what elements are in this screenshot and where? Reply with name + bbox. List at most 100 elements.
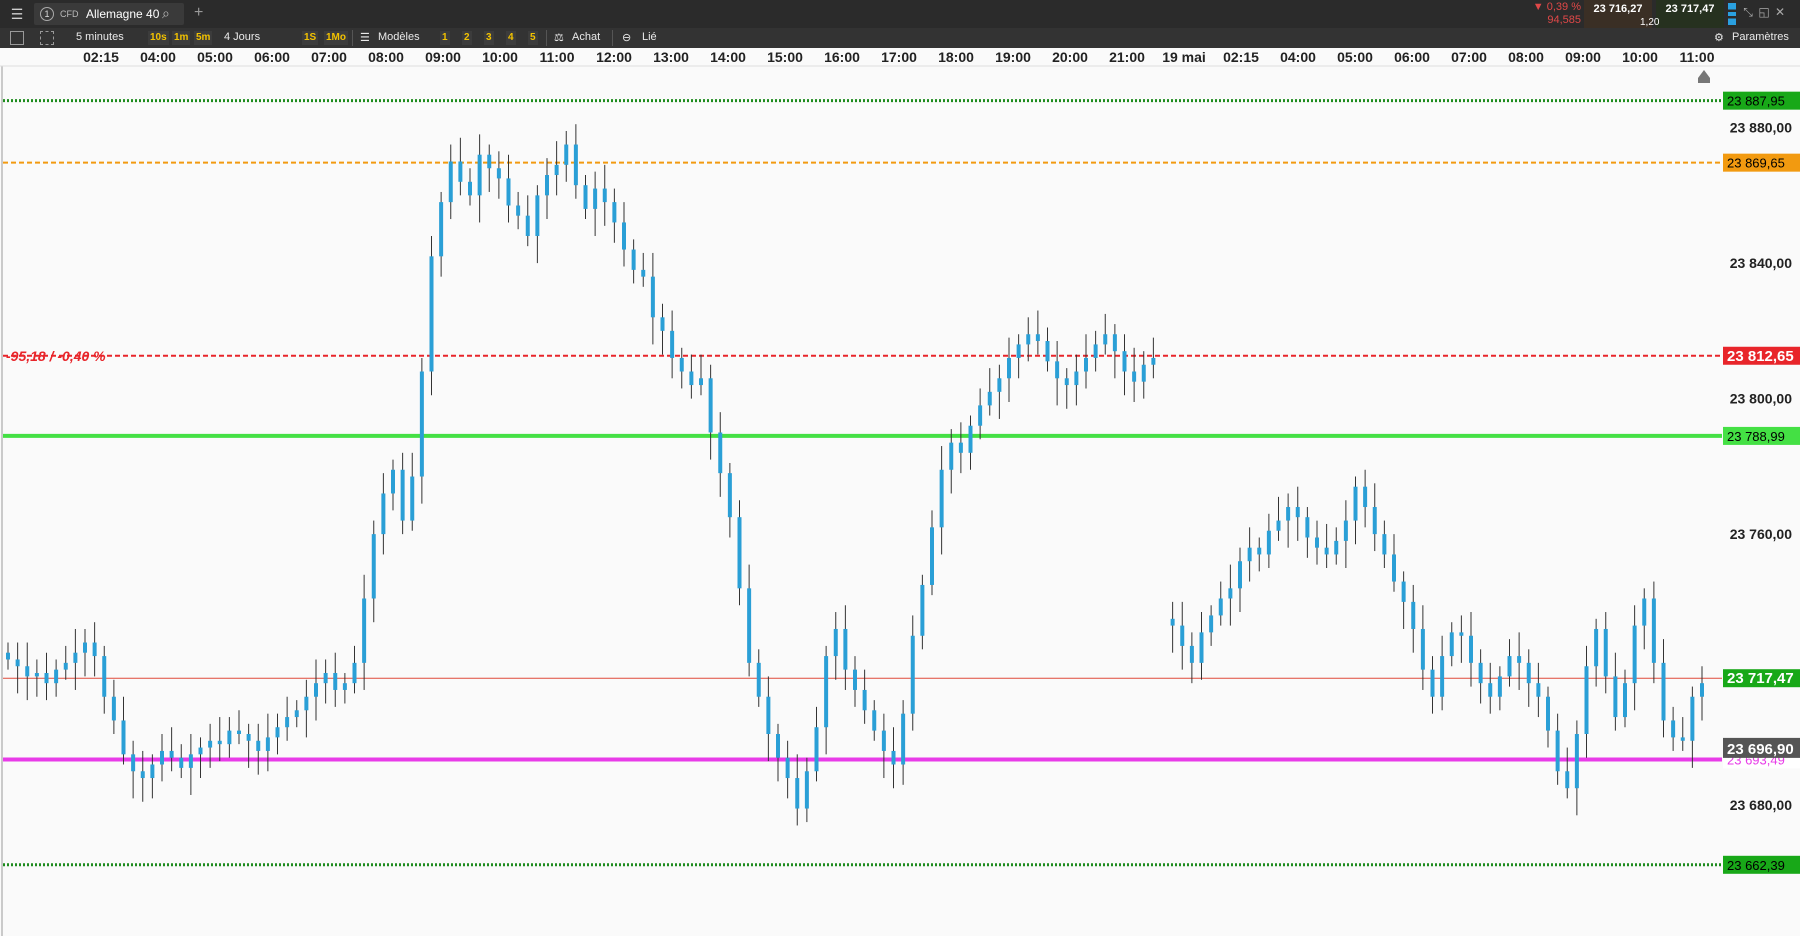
candle-body <box>1420 628 1425 670</box>
candle-body <box>111 696 116 721</box>
candle-body <box>179 757 184 768</box>
candle-body <box>593 188 598 209</box>
candle-body <box>747 588 752 663</box>
title-bar: ☰ 1 CFD Allemagne 40 ⌕ + ▼ 0,39 % 94,585… <box>0 0 1800 28</box>
close-icon[interactable]: ✕ <box>1772 5 1788 19</box>
candle-body <box>901 713 906 765</box>
candle-body <box>1440 656 1445 697</box>
time-tick-label: 04:00 <box>140 49 176 65</box>
interval-10s-button[interactable]: 10s <box>148 31 169 45</box>
time-tick-label: 09:00 <box>425 49 461 65</box>
link-icon[interactable]: ⊖ <box>622 31 631 44</box>
chart-background <box>0 48 1800 936</box>
candle-body <box>419 371 424 477</box>
popout-icon[interactable]: ◱ <box>1756 5 1772 19</box>
time-tick-label: 20:00 <box>1052 49 1088 65</box>
candle-body <box>795 778 800 809</box>
candle-body <box>1536 683 1541 697</box>
interval-5m-button[interactable]: 5m <box>194 31 213 45</box>
search-icon[interactable]: ⌕ <box>162 5 170 22</box>
candle-body <box>333 673 338 690</box>
candle-body <box>314 683 318 697</box>
scroll-handle-icon[interactable] <box>1698 78 1710 83</box>
candle-body <box>439 202 444 257</box>
list-view-icon[interactable] <box>10 31 24 45</box>
candle-body <box>160 750 164 765</box>
candle-body <box>1132 371 1137 382</box>
time-tick-label: 16:00 <box>824 49 860 65</box>
template-slot-4[interactable]: 4 <box>506 31 516 45</box>
minimize-icon[interactable]: ⤡ <box>1740 5 1756 20</box>
candle-body <box>987 391 992 406</box>
candle-body <box>1286 507 1291 521</box>
templates-icon[interactable]: ☰ <box>360 31 370 44</box>
price-chart[interactable]: 02:15 04:00 05:00 06:00 07:00 08:00 09:00 10:00… <box>0 48 1800 936</box>
candle-body <box>1680 737 1685 741</box>
candle-body <box>1141 364 1146 382</box>
order-icon[interactable]: ⚖ <box>554 31 564 44</box>
price-tick-label: 23 680,00 <box>1730 797 1792 813</box>
candle-body <box>785 757 790 779</box>
template-slot-3[interactable]: 3 <box>484 31 494 45</box>
candle-body <box>1363 486 1368 508</box>
candle-body <box>34 673 39 677</box>
price-tick-label: 23 800,00 <box>1730 391 1792 407</box>
period-select[interactable]: 4 Jours <box>224 31 260 43</box>
change-percent: ▼ 0,39 % <box>1532 1 1581 13</box>
period-1s-button[interactable]: 1S <box>302 31 319 45</box>
candle-body <box>968 425 973 453</box>
candle-body <box>1045 341 1050 362</box>
template-slot-1[interactable]: 1 <box>440 31 450 45</box>
candle-body <box>1671 720 1676 738</box>
time-tick-label: 19 mai <box>1162 49 1206 65</box>
candle-body <box>429 256 434 372</box>
candle-body <box>1189 645 1194 663</box>
candle-body <box>1661 662 1666 721</box>
candle-body <box>1613 676 1618 718</box>
template-slot-2[interactable]: 2 <box>462 31 472 45</box>
candle-body <box>997 378 1002 392</box>
candle-body <box>1151 357 1156 365</box>
candle-body <box>1507 656 1512 677</box>
layout-grid-icon[interactable] <box>40 31 54 45</box>
template-slot-5[interactable]: 5 <box>528 31 538 45</box>
candle-body <box>1276 520 1281 531</box>
candle-body <box>54 669 59 684</box>
candle-body <box>121 720 126 755</box>
linked-button[interactable]: Lié <box>642 31 657 43</box>
candle-body <box>1218 598 1223 616</box>
add-tab-icon[interactable]: + <box>194 4 203 22</box>
candle-body <box>1093 344 1098 358</box>
buy-price-button[interactable]: 23 717,47 <box>1656 0 1724 28</box>
interval-select[interactable]: 5 minutes <box>76 31 124 43</box>
hamburger-menu-icon[interactable]: ☰ <box>8 5 26 23</box>
candle-body <box>766 696 771 734</box>
time-tick-label: 13:00 <box>653 49 689 65</box>
candle-body <box>573 144 578 186</box>
time-tick-label: 02:15 <box>1223 49 1259 65</box>
candle-body <box>362 598 367 663</box>
order-button[interactable]: Achat <box>572 31 600 43</box>
templates-button[interactable]: Modèles <box>378 31 420 43</box>
candle-body <box>978 405 983 426</box>
candle-body <box>496 168 501 179</box>
spread-value: 1,20 <box>1640 17 1660 28</box>
candle-body <box>650 276 655 318</box>
candle-body <box>689 371 694 386</box>
candle-body <box>949 442 954 470</box>
candle-body <box>516 205 521 216</box>
candle-body <box>487 154 492 169</box>
time-tick-label: 18:00 <box>938 49 974 65</box>
period-1mo-button[interactable]: 1Mo <box>324 31 348 45</box>
settings-gear-icon[interactable]: ⚙ <box>1714 31 1724 44</box>
time-tick-label: 21:00 <box>1109 49 1145 65</box>
settings-button[interactable]: Paramètres <box>1732 31 1789 43</box>
instrument-tab[interactable]: 1 CFD Allemagne 40 ⌕ <box>34 3 184 25</box>
candle-body <box>1430 669 1435 697</box>
interval-1m-button[interactable]: 1m <box>172 31 191 45</box>
candle-body <box>1074 371 1079 386</box>
candle-body <box>833 628 838 657</box>
candle-body <box>1584 666 1589 734</box>
time-tick-label: 11:00 <box>1679 49 1714 65</box>
candle-body <box>525 215 530 236</box>
